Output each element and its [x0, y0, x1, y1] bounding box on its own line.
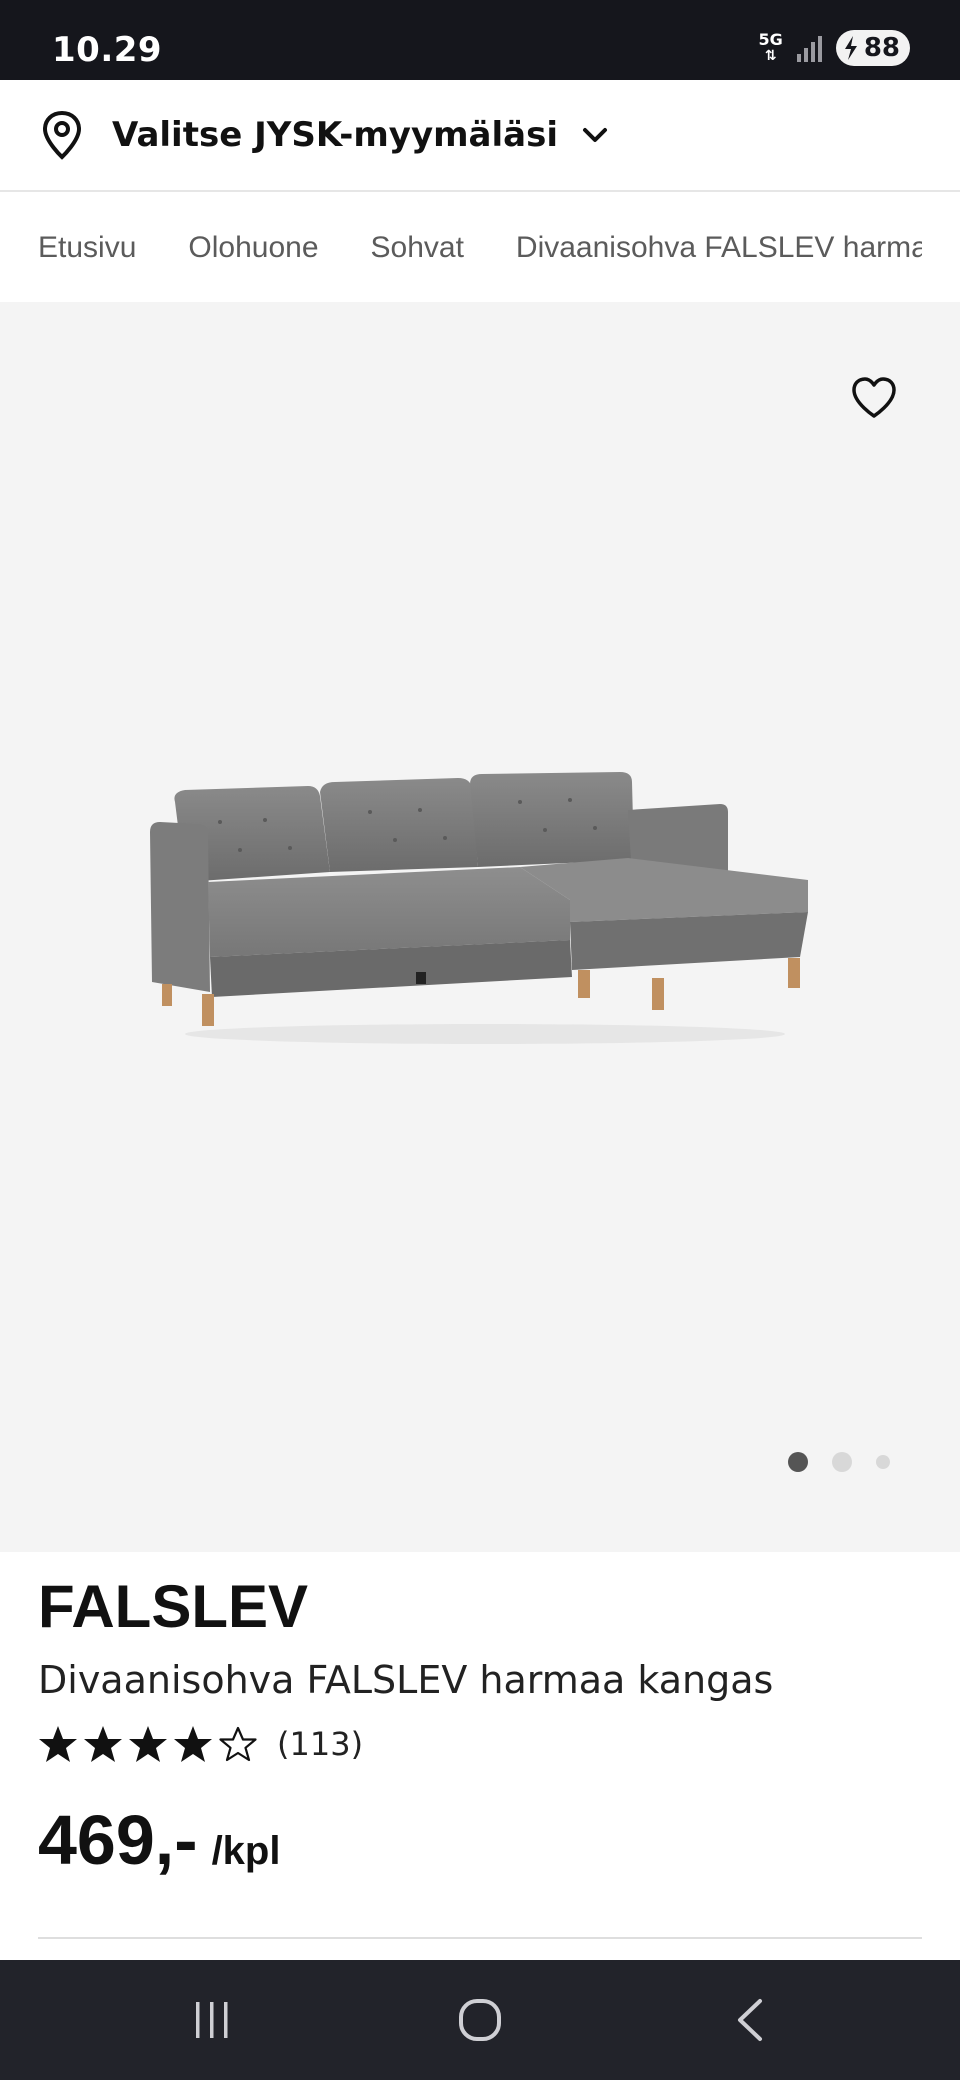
divider — [38, 1937, 922, 1939]
price-unit: /kpl — [211, 1829, 281, 1873]
gallery-dot[interactable] — [832, 1452, 852, 1472]
store-selector[interactable]: Valitse JYSK-myymäläsi — [0, 80, 960, 192]
product-price: 469,- /kpl — [38, 1800, 280, 1880]
gallery-pagination — [788, 1452, 890, 1472]
star-filled-icon — [129, 1726, 167, 1762]
recent-apps-icon — [196, 2002, 228, 2038]
network-5g-icon: 5G ⇅ — [758, 30, 783, 65]
breadcrumb-item-current: Divaanisohva FALSLEV harmaa kangas — [515, 231, 960, 264]
breadcrumb-item-sofas[interactable]: Sohvat — [371, 231, 464, 265]
product-gallery[interactable] — [0, 302, 960, 1552]
status-bar: 10.29 5G ⇅ 88 — [0, 0, 960, 80]
star-empty-icon — [219, 1726, 257, 1762]
battery-charging-icon: 88 — [835, 30, 910, 66]
back-button[interactable] — [670, 1960, 830, 2080]
network-label: 5G — [758, 30, 783, 49]
store-selector-label: Valitse JYSK-myymäläsi — [112, 115, 558, 155]
status-time: 10.29 — [52, 30, 163, 70]
status-icons: 5G ⇅ 88 — [759, 28, 910, 68]
review-count: (113) — [277, 1725, 364, 1763]
back-icon — [738, 1999, 762, 2041]
star-filled-icon — [39, 1726, 77, 1762]
star-filled-icon — [174, 1726, 212, 1762]
system-nav-bar — [0, 1960, 960, 2080]
product-rating[interactable]: (113) — [38, 1724, 363, 1764]
breadcrumb-item-home[interactable]: Etusivu — [38, 231, 136, 265]
recent-apps-button[interactable] — [132, 1960, 292, 2080]
signal-icon — [796, 34, 822, 62]
gallery-dot-active[interactable] — [788, 1452, 808, 1472]
heart-icon[interactable] — [850, 376, 898, 420]
product-brand: FALSLEV — [38, 1573, 309, 1640]
product-name: Divaanisohva FALSLEV harmaa kangas — [38, 1658, 774, 1702]
sofa-image — [150, 772, 808, 1044]
battery-level: 88 — [863, 33, 900, 63]
gallery-dot[interactable] — [876, 1455, 890, 1469]
chevron-down-icon — [582, 128, 607, 142]
price-value: 469,- — [38, 1801, 198, 1879]
breadcrumb-item-living-room[interactable]: Olohuone — [188, 231, 318, 265]
breadcrumb: Etusivu Olohuone Sohvat Divaanisohva FAL… — [0, 194, 960, 302]
star-filled-icon — [84, 1726, 122, 1762]
home-icon — [459, 1999, 501, 2041]
location-pin-icon — [42, 110, 82, 160]
home-button[interactable] — [400, 1960, 560, 2080]
